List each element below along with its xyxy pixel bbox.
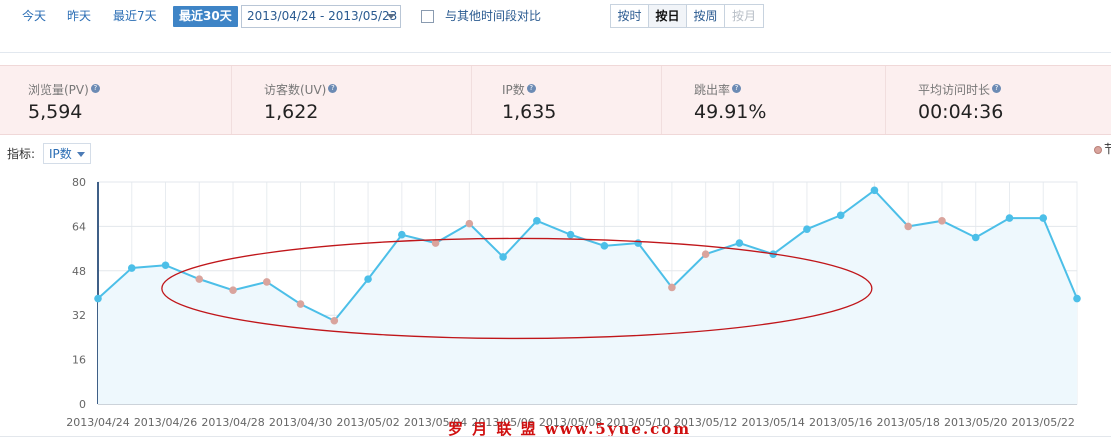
data-point[interactable]	[262, 278, 271, 286]
data-point[interactable]	[735, 239, 744, 247]
x-tick-label: 2013/04/24	[66, 416, 129, 429]
y-tick-label: 48	[72, 265, 86, 278]
help-icon[interactable]: ?	[992, 84, 1002, 93]
data-point[interactable]	[533, 217, 541, 225]
compare-checkbox[interactable]	[421, 10, 434, 23]
metric-value: 00:04:36	[918, 101, 1004, 123]
y-axis-ticks: 0 16 32 48 64 80	[72, 176, 86, 411]
metric-avg-duration: 平均访问时长? 00:04:36	[890, 66, 1111, 134]
y-tick-label: 0	[79, 398, 86, 411]
divider	[0, 436, 1111, 437]
x-tick-label: 2013/05/16	[809, 416, 872, 429]
x-tick-label: 2013/05/18	[877, 416, 940, 429]
granularity-group: 按时 按日 按周 按月	[610, 4, 764, 28]
data-point[interactable]	[904, 222, 913, 231]
help-icon[interactable]: ?	[328, 84, 338, 93]
metric-uv: 访客数(UV)? 1,622	[236, 66, 472, 134]
metric-label: IP数?	[502, 81, 536, 98]
data-point[interactable]	[836, 211, 845, 220]
metric-label: 平均访问时长?	[918, 81, 1002, 98]
yesterday-button[interactable]: 昨天	[61, 6, 97, 27]
ip-trend-chart: 0 16 32 48 64 80 2013/04/24 2013/04/26 2013/04/…	[66, 176, 1081, 429]
data-point[interactable]	[634, 239, 642, 247]
by-day-button[interactable]: 按日	[649, 5, 687, 27]
metric-value: 1,622	[264, 101, 319, 123]
x-tick-label: 2013/04/30	[269, 416, 332, 429]
data-point[interactable]	[229, 286, 237, 295]
data-point[interactable]	[566, 230, 575, 239]
data-point[interactable]	[127, 264, 136, 272]
data-point[interactable]	[1073, 294, 1081, 303]
data-point[interactable]	[668, 283, 676, 292]
legend-marker-icon	[1094, 146, 1102, 154]
by-hour-button[interactable]: 按时	[611, 5, 649, 27]
data-point[interactable]	[701, 250, 710, 258]
data-point[interactable]	[330, 316, 339, 325]
metric-label: 浏览量(PV)?	[28, 81, 100, 98]
x-tick-label: 2013/05/20	[944, 416, 1007, 429]
data-point[interactable]	[465, 219, 474, 228]
data-point[interactable]	[1005, 214, 1014, 222]
indicator-selected-value: IP数	[49, 147, 72, 161]
data-point[interactable]	[803, 225, 811, 233]
help-icon[interactable]: ?	[90, 84, 100, 93]
date-range-text: 2013/04/24 - 2013/05/23	[247, 9, 398, 23]
data-point[interactable]	[1039, 214, 1048, 222]
metric-label: 访客数(UV)?	[264, 81, 338, 98]
help-icon[interactable]: ?	[732, 84, 742, 93]
today-button[interactable]: 今天	[16, 6, 52, 27]
x-tick-label: 2013/04/26	[134, 416, 197, 429]
data-point[interactable]	[938, 217, 946, 225]
metric-pv: 浏览量(PV)? 5,594	[0, 66, 232, 134]
chevron-down-icon	[387, 14, 395, 19]
y-tick-label: 80	[72, 176, 86, 189]
data-point[interactable]	[195, 275, 204, 283]
metric-label: 跳出率?	[694, 81, 742, 98]
x-tick-label: 2013/04/28	[201, 416, 264, 429]
indicator-select[interactable]: IP数	[43, 143, 91, 164]
date-range-picker[interactable]: 2013/04/24 - 2013/05/23	[241, 5, 401, 28]
indicator-label: 指标:	[7, 147, 36, 161]
legend-text: 节	[1104, 142, 1111, 156]
data-point[interactable]	[499, 253, 507, 261]
y-tick-label: 16	[72, 354, 86, 367]
compare-label: 与其他时间段对比	[445, 9, 542, 23]
by-week-button[interactable]: 按周	[687, 5, 725, 27]
data-point[interactable]	[398, 230, 406, 239]
last-30-days-button[interactable]: 最近30天	[173, 6, 238, 27]
help-icon[interactable]: ?	[526, 84, 536, 93]
y-tick-label: 32	[72, 309, 86, 322]
divider	[0, 52, 1111, 53]
metric-bounce-rate: 跳出率? 49.91%	[666, 66, 886, 134]
data-point[interactable]	[161, 261, 170, 270]
metric-value: 49.91%	[694, 101, 767, 123]
metric-value: 1,635	[502, 101, 557, 123]
x-tick-label: 2013/05/02	[336, 416, 399, 429]
x-tick-label: 2013/05/22	[1012, 416, 1075, 429]
x-tick-label: 2013/05/14	[741, 416, 804, 429]
data-point[interactable]	[94, 294, 102, 303]
data-point[interactable]	[971, 233, 980, 242]
metrics-strip: 浏览量(PV)? 5,594 访客数(UV)? 1,622 IP数? 1,635…	[0, 65, 1111, 135]
toolbar: 今天 昨天 最近7天 最近30天 2013/04/24 - 2013/05/23…	[0, 0, 1111, 34]
y-tick-label: 64	[72, 220, 86, 233]
data-point[interactable]	[296, 300, 305, 308]
chevron-down-icon	[76, 152, 85, 157]
metric-ip: IP数? 1,635	[474, 66, 662, 134]
data-point[interactable]	[870, 186, 879, 195]
by-month-button: 按月	[725, 5, 763, 27]
metric-value: 5,594	[28, 101, 83, 123]
data-point[interactable]	[600, 242, 609, 250]
data-point[interactable]	[364, 275, 372, 283]
last-7-days-button[interactable]: 最近7天	[107, 6, 163, 27]
